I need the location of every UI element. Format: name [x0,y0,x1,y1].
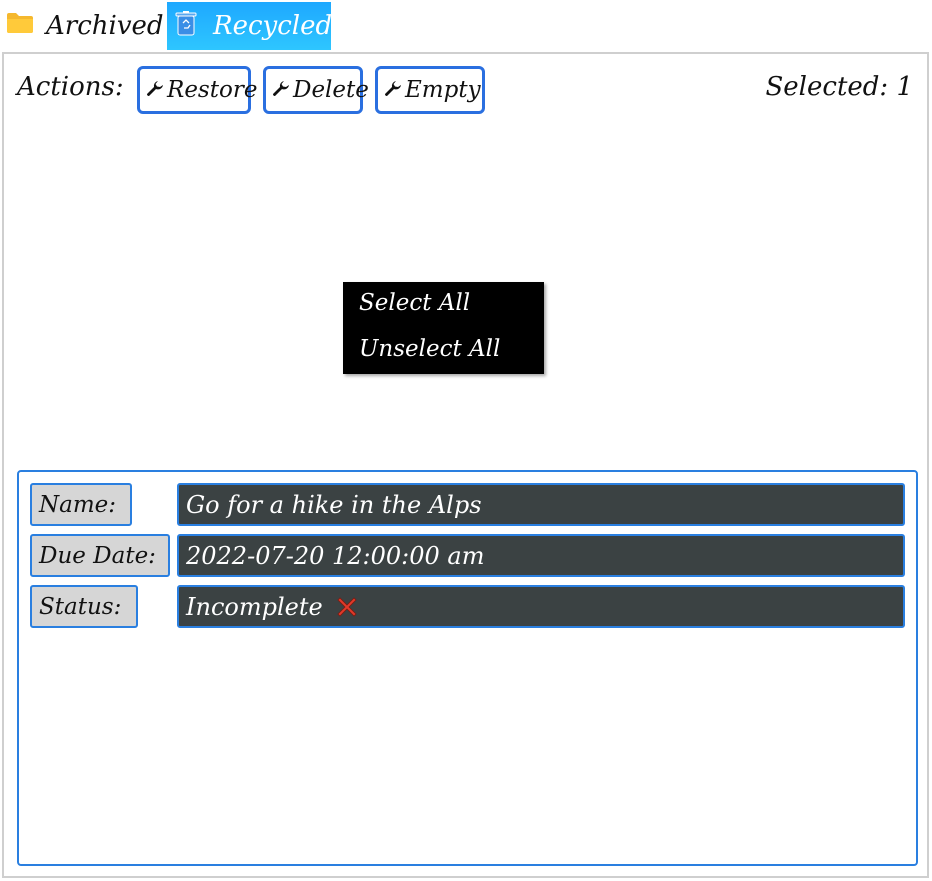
tab-recycled-label: Recycled [213,11,333,41]
menu-item-select-all[interactable]: Select All [359,290,470,316]
wrench-icon [383,80,403,100]
empty-label: Empty [405,77,481,103]
tab-bar: Archived Recycled [0,0,932,52]
name-field[interactable]: Go for a hike in the Alps [177,483,905,526]
actions-label: Actions: [17,72,124,102]
status-field[interactable]: Incomplete [177,585,905,628]
tab-archived-label: Archived [46,11,164,41]
status-label: Status: [30,585,138,628]
empty-button[interactable]: Empty [375,66,485,114]
main-panel: Actions: Restore Delete Empty Selected: … [2,52,929,878]
delete-button[interactable]: Delete [263,66,369,114]
tab-recycled[interactable]: Recycled [167,2,333,50]
status-value: Incomplete [186,592,323,621]
due-date-field[interactable]: 2022-07-20 12:00:00 am [177,534,905,577]
restore-label: Restore [167,77,258,103]
details-panel: Name: Go for a hike in the Alps Due Date… [17,470,918,866]
restore-button[interactable]: Restore [137,66,257,114]
menu-item-unselect-all[interactable]: Unselect All [359,336,500,362]
app-window: Archived Recycled Actions: Restore Delet… [0,0,932,881]
wrench-icon [145,80,165,100]
delete-label: Delete [293,77,369,103]
recycle-bin-icon [175,10,197,43]
name-label: Name: [30,483,132,526]
due-date-label: Due Date: [30,534,170,577]
context-menu: Select All Unselect All [343,282,544,374]
wrench-icon [271,80,291,100]
selected-count: Selected: 1 [765,72,913,102]
folder-icon [6,11,34,41]
red-x-icon [335,595,359,619]
tab-archived[interactable]: Archived [0,2,166,50]
